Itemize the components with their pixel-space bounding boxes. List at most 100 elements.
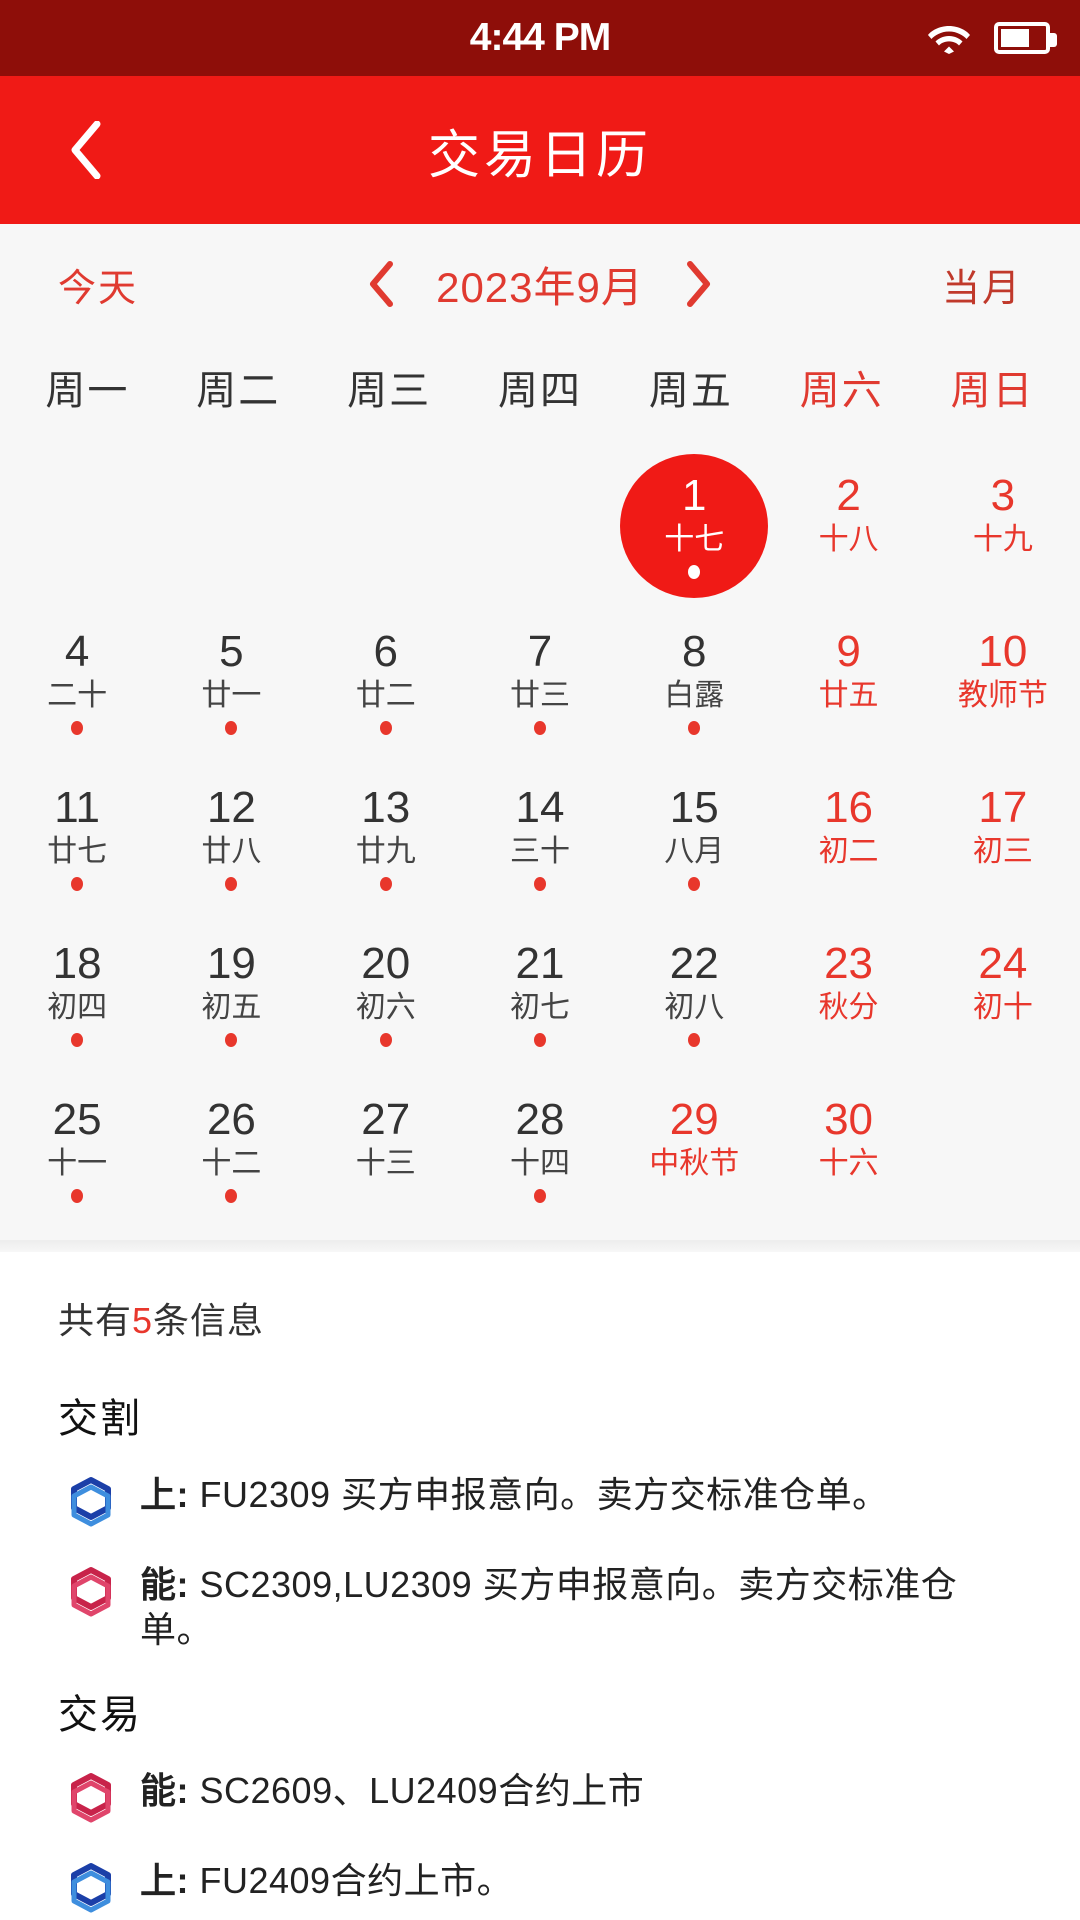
day-bubble: 8 白露	[620, 610, 768, 754]
day-event-dot	[71, 1032, 84, 1047]
calendar-day-21[interactable]: 21 初七	[463, 910, 617, 1066]
ine-hexagon-logo	[71, 1567, 111, 1617]
day-bubble: 17 初三	[929, 766, 1077, 910]
battery-fill	[1001, 29, 1029, 47]
info-count-prefix: 共有	[58, 1300, 133, 1341]
day-event-dot	[688, 1032, 701, 1047]
day-number: 29	[669, 1095, 719, 1145]
weekday-header-1: 周一	[45, 369, 130, 413]
calendar-day-10[interactable]: 10 教师节	[926, 598, 1080, 754]
day-lunar-label: 廿二	[355, 679, 416, 713]
weekday-header-4: 周四	[497, 369, 582, 413]
weekday-header-5: 周五	[648, 369, 733, 413]
day-event-dot	[225, 1032, 238, 1047]
day-number: 8	[682, 627, 707, 677]
day-number: 6	[373, 627, 398, 677]
day-bubble: 19 初五	[157, 922, 305, 1066]
calendar-day-27[interactable]: 27 十三	[309, 1066, 463, 1222]
day-bubble: 13 廿九	[312, 766, 460, 910]
day-lunar-label: 初八	[664, 991, 725, 1025]
day-bubble: 5 廿一	[157, 610, 305, 754]
day-number: 19	[206, 939, 256, 989]
info-list-item[interactable]: 能: SC2609、LU2409合约上市	[58, 1750, 1022, 1840]
info-item-exchange-prefix: 上:	[140, 1474, 200, 1515]
calendar-cell-empty	[309, 442, 463, 598]
calendar-day-16[interactable]: 16 初二	[771, 754, 925, 910]
app-header: 交易日历	[0, 76, 1080, 224]
day-bubble: 3 十九	[929, 454, 1077, 598]
calendar-day-7[interactable]: 7 廿三	[463, 598, 617, 754]
day-lunar-label: 廿七	[47, 835, 108, 869]
next-month-button[interactable]	[684, 261, 714, 307]
day-number: 1	[682, 471, 707, 521]
info-item-text: 能: SC2609、LU2409合约上市	[140, 1768, 644, 1813]
calendar-day-29[interactable]: 29 中秋节	[617, 1066, 771, 1222]
calendar-day-8[interactable]: 8 白露	[617, 598, 771, 754]
day-bubble: 2 十八	[775, 454, 923, 598]
day-lunar-label: 廿三	[509, 679, 570, 713]
calendar-day-13[interactable]: 13 廿九	[309, 754, 463, 910]
day-lunar-label: 教师节	[957, 679, 1048, 713]
calendar-day-12[interactable]: 12 廿八	[154, 754, 308, 910]
info-list-item[interactable]: 上: FU2309 买方申报意向。卖方交标准仓单。	[58, 1454, 1022, 1544]
weekday-header-row: 周一 周二 周三 周四 周五 周六 周日	[0, 344, 1080, 442]
day-lunar-label: 二十	[47, 679, 108, 713]
day-bubble: 23 秋分	[775, 922, 923, 1066]
calendar-day-28[interactable]: 28 十四	[463, 1066, 617, 1222]
calendar-day-24[interactable]: 24 初十	[926, 910, 1080, 1066]
info-item-exchange-prefix: 上:	[140, 1860, 200, 1901]
calendar-day-22[interactable]: 22 初八	[617, 910, 771, 1066]
info-item-text: 上: FU2409合约上市。	[140, 1858, 513, 1903]
weekday-header-7: 周日	[950, 369, 1035, 413]
calendar-day-2[interactable]: 2 十八	[771, 442, 925, 598]
day-lunar-label: 初四	[47, 991, 108, 1025]
day-lunar-label: 廿一	[201, 679, 262, 713]
day-lunar-label: 初三	[972, 835, 1033, 869]
calendar-day-17[interactable]: 17 初三	[926, 754, 1080, 910]
day-bubble: 15 八月	[620, 766, 768, 910]
calendar-day-1[interactable]: 1 十七	[617, 442, 771, 598]
calendar-day-23[interactable]: 23 秋分	[771, 910, 925, 1066]
day-lunar-label: 十九	[972, 523, 1033, 557]
calendar-day-6[interactable]: 6 廿二	[309, 598, 463, 754]
day-number: 28	[515, 1095, 565, 1145]
calendar-day-9[interactable]: 9 廿五	[771, 598, 925, 754]
today-button[interactable]: 今天	[58, 257, 138, 312]
calendar-day-25[interactable]: 25 十一	[0, 1066, 154, 1222]
day-lunar-label: 十六	[818, 1147, 879, 1181]
day-lunar-label: 初六	[355, 991, 416, 1025]
calendar-day-18[interactable]: 18 初四	[0, 910, 154, 1066]
day-bubble: 14 三十	[466, 766, 614, 910]
calendar-day-26[interactable]: 26 十二	[154, 1066, 308, 1222]
info-item-text: 能: SC2309,LU2309 买方申报意向。卖方交标准仓单。	[140, 1562, 1022, 1652]
day-number: 25	[52, 1095, 102, 1145]
status-bar-clock: 4:44 PM	[469, 16, 611, 59]
calendar-day-14[interactable]: 14 三十	[463, 754, 617, 910]
calendar-cell-empty	[0, 442, 154, 598]
calendar-day-4[interactable]: 4 二十	[0, 598, 154, 754]
month-stepper: 2023年9月	[0, 254, 1080, 315]
calendar-day-5[interactable]: 5 廿一	[154, 598, 308, 754]
day-lunar-label: 三十	[509, 835, 570, 869]
info-list-item[interactable]: 上: FU2409合约上市。	[58, 1840, 1022, 1920]
calendar-day-20[interactable]: 20 初六	[309, 910, 463, 1066]
calendar-cell-empty	[154, 442, 308, 598]
day-number: 12	[206, 783, 256, 833]
info-item-body: FU2409合约上市。	[199, 1860, 514, 1901]
calendar-day-3[interactable]: 3 十九	[926, 442, 1080, 598]
day-bubble: 21 初七	[466, 922, 614, 1066]
calendar-day-15[interactable]: 15 八月	[617, 754, 771, 910]
calendar-day-30[interactable]: 30 十六	[771, 1066, 925, 1222]
info-list-item[interactable]: 能: SC2309,LU2309 买方申报意向。卖方交标准仓单。	[58, 1544, 1022, 1666]
calendar-day-11[interactable]: 11 廿七	[0, 754, 154, 910]
day-lunar-label: 初二	[818, 835, 879, 869]
shfe-hexagon-logo	[71, 1863, 111, 1913]
day-number: 30	[824, 1095, 874, 1145]
calendar-day-19[interactable]: 19 初五	[154, 910, 308, 1066]
current-month-button[interactable]: 当月	[942, 257, 1022, 312]
section-divider	[0, 1240, 1080, 1252]
prev-month-button[interactable]	[366, 261, 396, 307]
day-lunar-label: 十三	[355, 1147, 416, 1181]
day-number: 4	[64, 627, 90, 677]
day-event-dot	[533, 720, 546, 735]
